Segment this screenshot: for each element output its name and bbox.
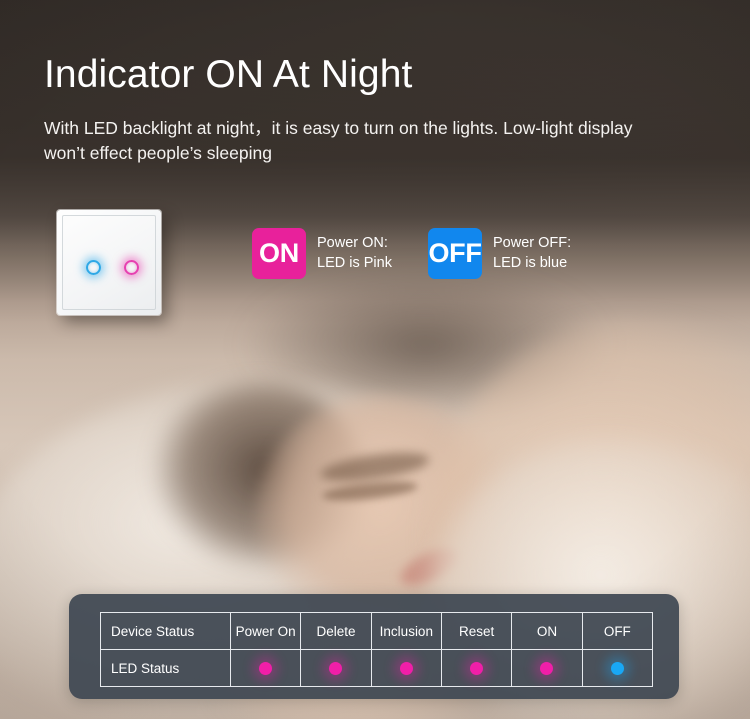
table-row-led-status: LED Status: [100, 649, 654, 687]
led-status-card: Device Status Power On Delete Inclusion …: [69, 594, 679, 699]
off-badge: OFF: [428, 228, 482, 279]
legend-power-off-text: Power OFF: LED is blue: [493, 234, 571, 273]
header-on: ON: [511, 612, 583, 650]
product-feature-slide: Indicator ON At Night With LED backlight…: [0, 0, 750, 719]
table-row-headers: Device Status Power On Delete Inclusion …: [100, 612, 654, 650]
page-title: Indicator ON At Night: [44, 53, 413, 96]
legend-power-on: ON Power ON: LED is Pink: [252, 228, 392, 279]
wall-touch-switch: [57, 210, 161, 315]
header-device-status: Device Status: [100, 612, 231, 650]
led-cell-reset: [440, 649, 513, 687]
led-cell-power-on: [229, 649, 302, 687]
led-dot-pink-icon: [399, 662, 413, 676]
legend-power-on-line2: LED is Pink: [317, 254, 392, 271]
page-subtitle: With LED backlight at night，it is easy t…: [44, 117, 633, 164]
legend-power-off-line1: Power OFF:: [493, 235, 572, 252]
led-dot-blue-icon: [610, 662, 624, 676]
on-badge: ON: [252, 228, 306, 279]
header-off: OFF: [581, 612, 654, 650]
legend-power-off: OFF Power OFF: LED is blue: [428, 228, 571, 279]
led-cell-delete: [300, 649, 372, 687]
led-dot-pink-icon: [470, 662, 484, 676]
led-dot-pink-icon: [329, 662, 343, 676]
legend-power-off-line2: LED is blue: [493, 254, 568, 271]
header-power-on: Power On: [229, 612, 302, 650]
led-status-table: Device Status Power On Delete Inclusion …: [100, 612, 654, 687]
header-delete: Delete: [300, 612, 372, 650]
led-cell-inclusion: [370, 649, 442, 687]
led-cell-off: [581, 649, 654, 687]
header-reset: Reset: [440, 612, 513, 650]
led-cell-on: [511, 649, 583, 687]
legend-power-on-text: Power ON: LED is Pink: [317, 234, 392, 273]
right-led-indicator-icon: [124, 260, 139, 275]
hero-copy: Indicator ON At Night With LED backlight…: [44, 53, 704, 167]
left-led-indicator-icon: [86, 260, 101, 275]
switch-glass-surface: [62, 215, 156, 310]
led-dot-pink-icon: [259, 662, 273, 676]
row-label-led-status: LED Status: [100, 649, 231, 687]
switch-faceplate: [57, 210, 161, 315]
led-dot-pink-icon: [540, 662, 554, 676]
legend-power-on-line1: Power ON:: [317, 235, 388, 252]
header-inclusion: Inclusion: [370, 612, 442, 650]
